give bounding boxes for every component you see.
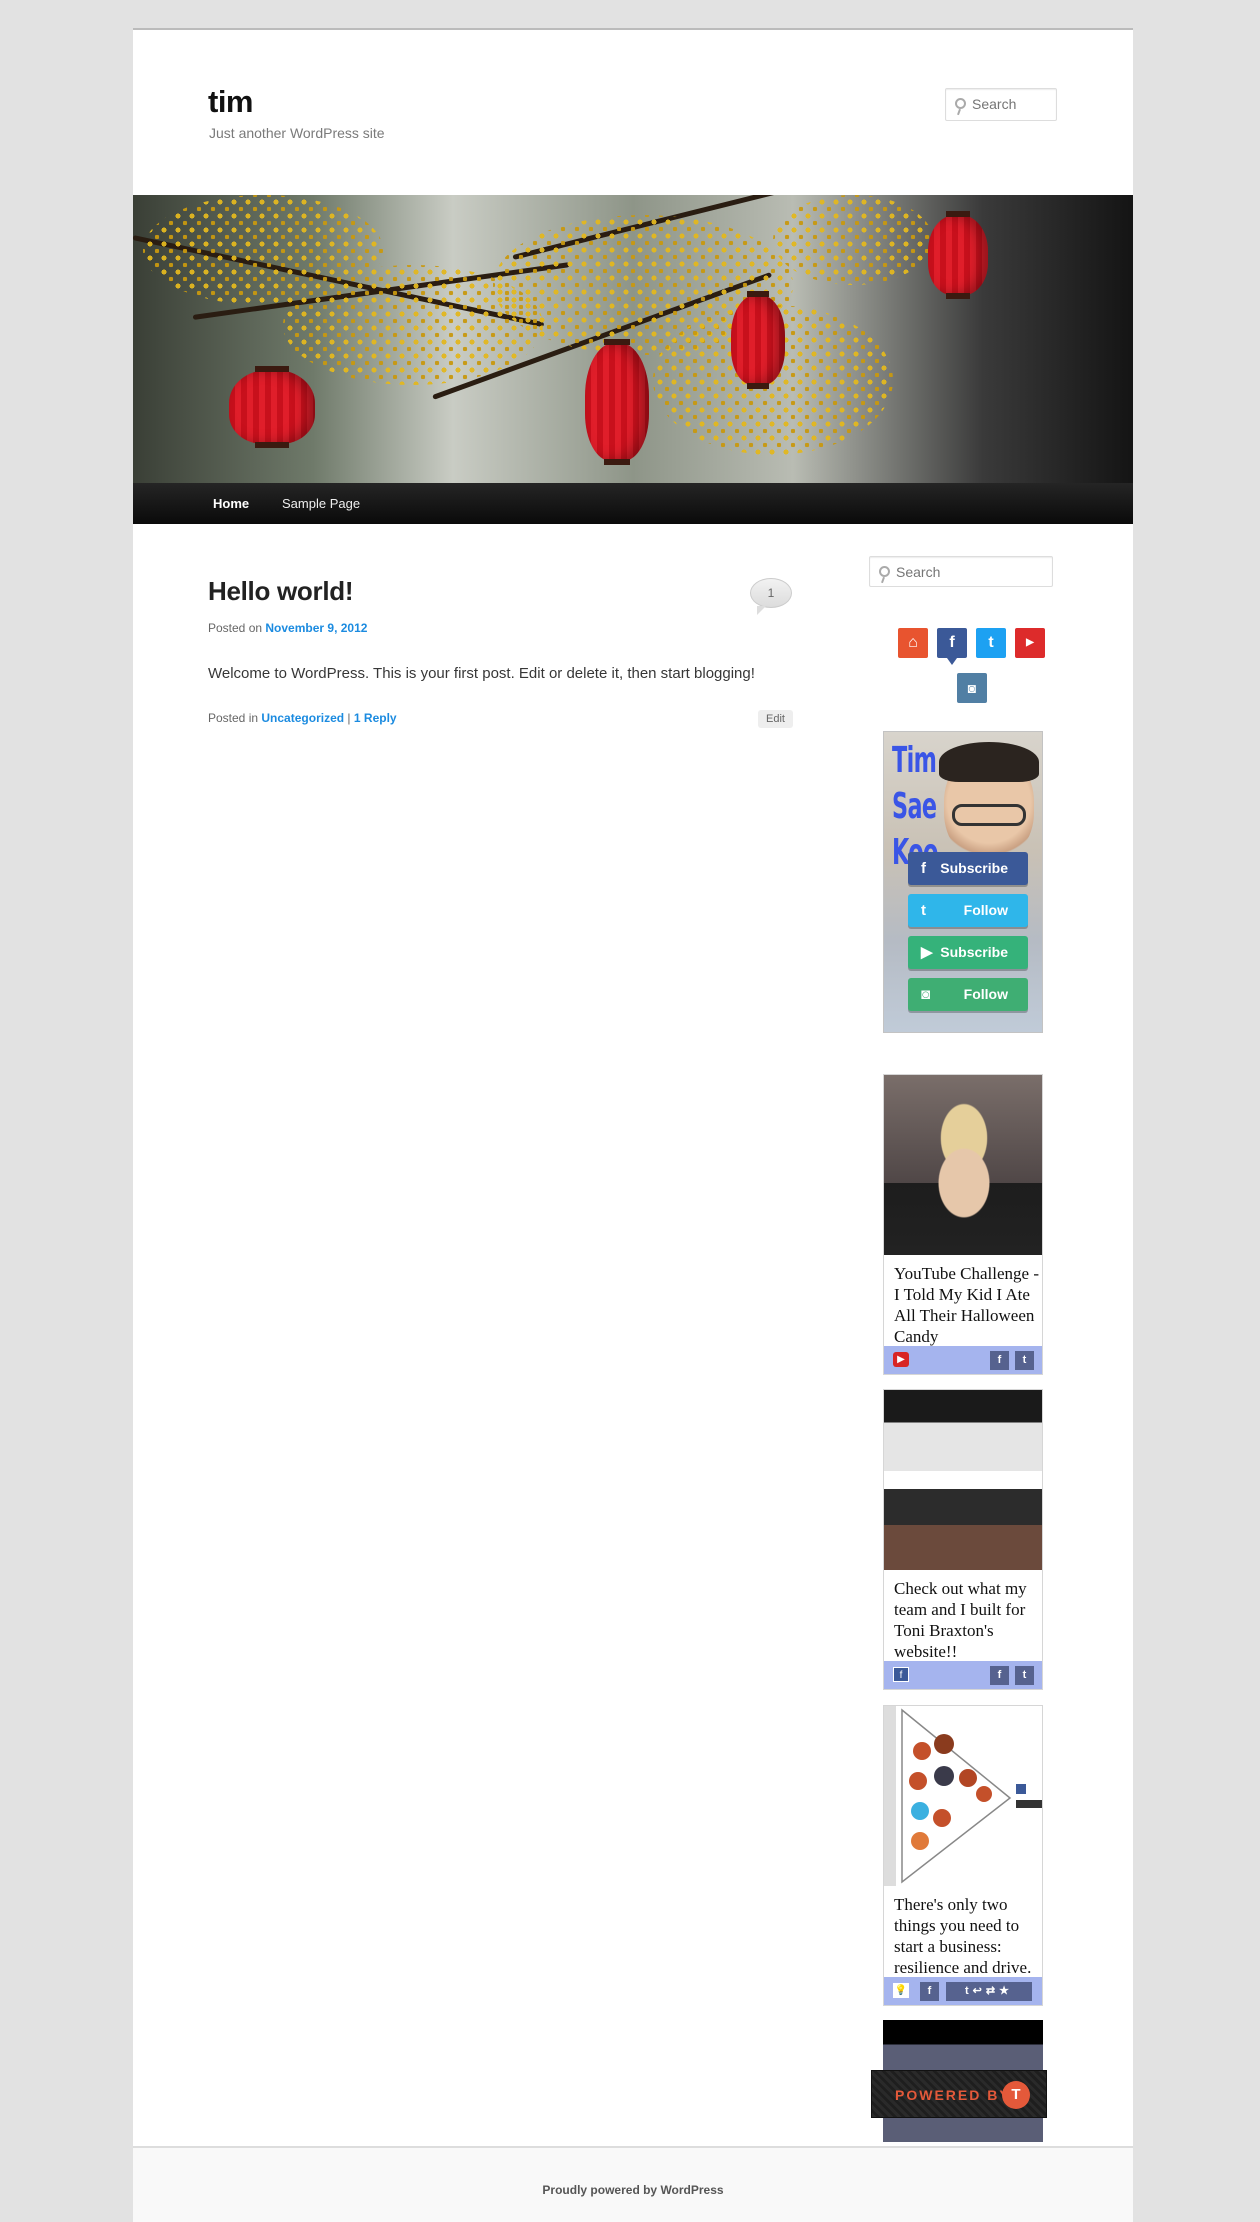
twitter-icon[interactable]: t: [976, 628, 1006, 658]
banner-blossoms: [773, 195, 933, 285]
site-description: Just another WordPress site: [209, 125, 385, 141]
feed-card[interactable]: YouTube Challenge - I Told My Kid I Ate …: [883, 1074, 1043, 1375]
edit-post-button[interactable]: Edit: [758, 710, 793, 728]
nav-item-sample-page[interactable]: Sample Page: [282, 496, 360, 511]
card-text: YouTube Challenge - I Told My Kid I Ate …: [894, 1264, 1039, 1346]
youtube-icon: ▶: [921, 944, 933, 961]
red-lantern: [928, 211, 988, 299]
facebook-icon[interactable]: f: [937, 628, 967, 665]
profile-widget: Tim Sae Koo f Subscribe t Follow ▶ Subsc…: [883, 731, 1043, 1033]
facebook-icon: f: [921, 860, 926, 877]
main-navigation: Home Sample Page: [133, 483, 1133, 524]
sidebar-search-input[interactable]: [896, 564, 1042, 580]
youtube-subscribe-button[interactable]: ▶ Subscribe: [908, 936, 1028, 969]
card-thumbnail-graphic: [884, 1706, 1042, 1886]
meta-separator: |: [347, 711, 351, 725]
post-date-link[interactable]: November 9, 2012: [265, 621, 367, 635]
instagram-icon[interactable]: ◙: [957, 673, 987, 703]
feed-card[interactable]: Check out what my team and I built for T…: [883, 1389, 1043, 1690]
facebook-icon: f: [893, 1667, 909, 1682]
card-text: There's only two things you need to star…: [894, 1895, 1032, 1977]
powered-by-badge[interactable]: POWERED BY T: [871, 2070, 1047, 2118]
twitter-follow-button[interactable]: t Follow: [908, 894, 1028, 927]
post-meta: Posted on November 9, 2012: [208, 621, 367, 635]
card-share-bar: 💡 f t↩⇄★: [884, 1977, 1042, 2005]
lightbulb-icon: 💡: [893, 1983, 909, 1998]
posted-in-label: Posted in: [208, 711, 259, 725]
feed-card[interactable]: There's only two things you need to star…: [883, 1705, 1043, 2006]
red-lantern: [731, 291, 785, 389]
facebook-share-icon[interactable]: f: [990, 1666, 1009, 1685]
home-icon[interactable]: ⌂: [898, 628, 928, 658]
twitter-share-icon[interactable]: t: [1015, 1666, 1034, 1685]
post-title[interactable]: Hello world!: [208, 576, 353, 607]
reply-link[interactable]: 1 Reply: [354, 711, 397, 725]
instagram-follow-button[interactable]: ◙ Follow: [908, 978, 1028, 1011]
footer-credit-link[interactable]: Proudly powered by WordPress: [133, 2183, 1133, 2197]
post-content: Welcome to WordPress. This is your first…: [208, 665, 755, 682]
card-thumbnail[interactable]: [884, 1390, 1042, 1570]
red-lantern: [585, 339, 649, 465]
twitter-actions-icon[interactable]: t↩⇄★: [946, 1982, 1032, 2001]
page: tim Just another WordPress site Home Sam…: [133, 28, 1133, 2222]
site-footer: Proudly powered by WordPress: [133, 2146, 1133, 2222]
nav-item-home[interactable]: Home: [213, 496, 249, 511]
powered-by-text: POWERED BY: [895, 2087, 1011, 2103]
header-search-input[interactable]: [972, 96, 1060, 112]
sidebar-search-box[interactable]: [869, 556, 1053, 587]
card-share-bar: ▶ f t: [884, 1346, 1042, 1374]
card-share-bar: f f t: [884, 1661, 1042, 1689]
youtube-icon: ▶: [893, 1352, 909, 1367]
card-text: Check out what my team and I built for T…: [894, 1579, 1027, 1661]
twitter-share-icon[interactable]: t: [1015, 1351, 1034, 1370]
category-link[interactable]: Uncategorized: [261, 711, 344, 725]
post-footer-meta: Posted in Uncategorized | 1 Reply: [208, 711, 397, 725]
header-search-box[interactable]: [945, 88, 1060, 121]
search-icon: [879, 566, 890, 577]
header-banner-image: [133, 195, 1133, 483]
tint-logo-icon: T: [1002, 2081, 1030, 2109]
facebook-share-icon[interactable]: f: [920, 1982, 939, 2001]
red-lantern: [229, 366, 315, 448]
site-title[interactable]: tim: [208, 84, 254, 120]
search-icon: [955, 98, 966, 109]
card-thumbnail[interactable]: [884, 1075, 1042, 1255]
facebook-share-icon[interactable]: f: [990, 1351, 1009, 1370]
card-thumbnail[interactable]: [884, 1706, 1042, 1886]
posted-on-label: Posted on: [208, 621, 263, 635]
youtube-icon[interactable]: ▶: [1015, 628, 1045, 658]
facebook-subscribe-button[interactable]: f Subscribe: [908, 852, 1028, 885]
button-label: Subscribe: [940, 860, 1008, 876]
comment-count-bubble[interactable]: 1: [750, 578, 792, 615]
button-label: Subscribe: [940, 944, 1008, 960]
button-label: Follow: [963, 986, 1008, 1002]
button-label: Follow: [963, 902, 1008, 918]
instagram-icon: ◙: [921, 986, 931, 1003]
twitter-icon: t: [921, 902, 926, 919]
